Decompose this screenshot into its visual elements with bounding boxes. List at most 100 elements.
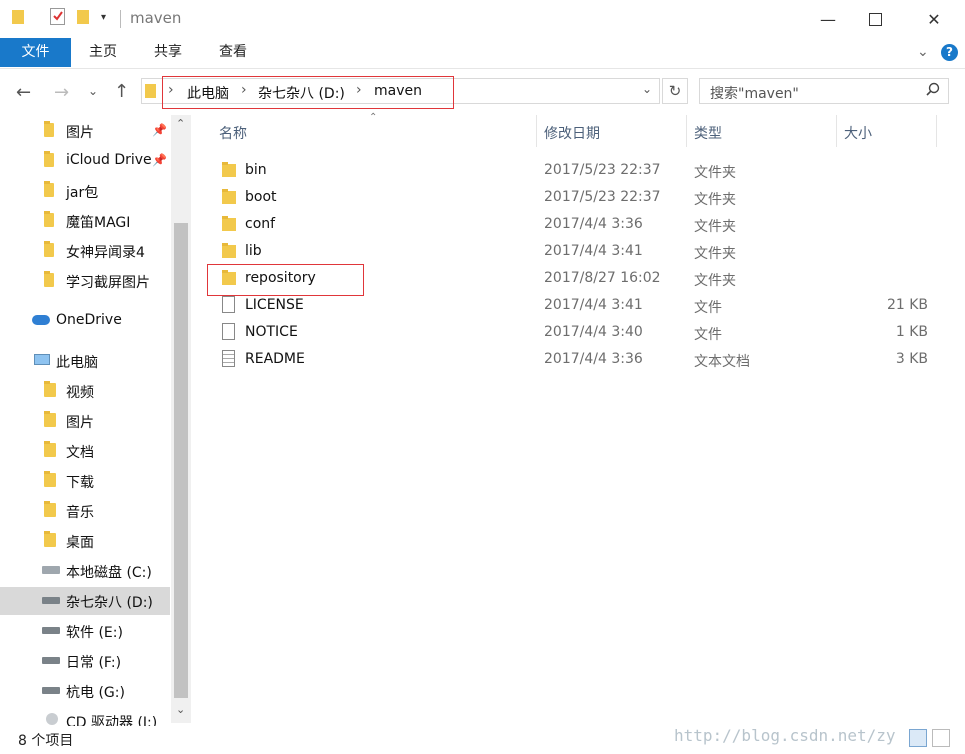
back-button[interactable]: ← [16,82,31,103]
item-count: 8 个项目 [18,733,74,749]
maximize-button[interactable] [852,0,898,38]
nav-item-label: OneDrive [56,312,122,328]
scroll-down-icon[interactable]: ⌄ [176,703,185,716]
text-file-icon [222,350,235,367]
search-input[interactable]: 搜索"maven" [699,78,949,104]
file-type: 文件夹 [694,246,736,262]
details-view-button[interactable] [909,729,927,747]
folder-icon [222,243,236,258]
ribbon-expand-icon[interactable]: ⌄ [917,44,929,60]
column-header-type[interactable]: 类型 [694,123,722,143]
folder-icon [44,181,54,197]
nav-item-persona4[interactable]: 女神异闻录4 [0,237,170,265]
folder-icon [44,241,54,257]
file-row-license[interactable]: LICENSE 2017/4/4 3:41 文件 21 KB [210,292,950,319]
file-date: 2017/4/4 3:36 [544,216,643,232]
scrollbar-thumb[interactable] [174,223,188,698]
file-type: 文件 [694,327,722,343]
file-date: 2017/4/4 3:41 [544,297,643,313]
nav-item-drive-g[interactable]: 杭电 (G:) [0,677,170,705]
file-date: 2017/4/4 3:41 [544,243,643,259]
file-date: 2017/8/27 16:02 [544,270,661,286]
nav-item-pictures[interactable]: 图片 📌 [0,117,170,145]
video-folder-icon [44,381,56,397]
file-type: 文件夹 [694,165,736,181]
nav-item-drive-e[interactable]: 软件 (E:) [0,617,170,645]
file-row-bin[interactable]: bin 2017/5/23 22:37 文件夹 [210,157,950,184]
nav-item-cd-drive[interactable]: CD 驱动器 (I:) [0,707,170,726]
nav-item-onedrive[interactable]: OneDrive [0,307,170,335]
recent-locations-button[interactable]: ⌄ [88,84,98,98]
customize-toolbar-icon[interactable]: ▾ [101,12,106,23]
nav-item-label: 视频 [66,385,94,401]
window-title: maven [130,9,182,27]
column-header-size[interactable]: 大小 [844,123,872,143]
nav-item-magi[interactable]: 魔笛MAGI [0,207,170,235]
tab-file[interactable]: 文件 [0,38,71,67]
folder-icon [145,84,156,98]
nav-item-pc-pictures[interactable]: 图片 [0,407,170,435]
file-row-boot[interactable]: boot 2017/5/23 22:37 文件夹 [210,184,950,211]
nav-item-drive-c[interactable]: 本地磁盘 (C:) [0,557,170,585]
nav-item-music[interactable]: 音乐 [0,497,170,525]
column-divider[interactable] [686,115,687,147]
minimize-button[interactable]: — [805,0,851,38]
close-button[interactable]: ✕ [911,0,957,38]
tab-view[interactable]: 查看 [208,38,258,67]
breadcrumb-highlight [162,76,454,109]
file-row-lib[interactable]: lib 2017/4/4 3:41 文件夹 [210,238,950,265]
file-date: 2017/5/23 22:37 [544,189,661,205]
file-row-notice[interactable]: NOTICE 2017/4/4 3:40 文件 1 KB [210,319,950,346]
tab-home[interactable]: 主页 [78,38,128,67]
nav-item-downloads[interactable]: 下载 [0,467,170,495]
nav-item-videos[interactable]: 视频 [0,377,170,405]
nav-item-label: 桌面 [66,535,94,551]
nav-item-jar[interactable]: jar包 [0,177,170,205]
file-name: conf [245,216,276,232]
nav-item-label: 图片 [66,125,94,141]
music-folder-icon [44,501,56,517]
pin-icon: 📌 [152,123,167,137]
forward-button[interactable]: → [54,82,69,103]
file-name: lib [245,243,262,259]
address-history-dropdown[interactable]: ⌄ [642,82,652,96]
downloads-folder-icon [44,471,56,487]
column-divider[interactable] [936,115,937,147]
help-icon[interactable]: ? [941,44,958,61]
refresh-button[interactable]: ↻ [662,78,688,104]
file-type: 文件夹 [694,192,736,208]
properties-icon[interactable] [50,8,65,25]
file-row-conf[interactable]: conf 2017/4/4 3:36 文件夹 [210,211,950,238]
nav-item-drive-d[interactable]: 杂七杂八 (D:) [0,587,170,615]
large-icons-view-button[interactable] [932,729,950,747]
nav-item-documents[interactable]: 文档 [0,437,170,465]
column-divider[interactable] [536,115,537,147]
column-header-name[interactable]: 名称 [219,123,247,143]
up-button[interactable]: ↑ [114,81,129,102]
search-icon [926,82,940,100]
column-divider[interactable] [836,115,837,147]
nav-item-icloud-drive[interactable]: iCloud Drive 📌 [0,147,170,175]
new-folder-icon[interactable] [77,10,89,24]
documents-folder-icon [44,441,56,457]
nav-scrollbar[interactable]: ⌃ ⌄ [171,115,191,723]
nav-item-drive-f[interactable]: 日常 (F:) [0,647,170,675]
file-name: LICENSE [245,297,304,313]
pictures-folder-icon [44,411,56,427]
nav-item-desktop[interactable]: 桌面 [0,527,170,555]
cloud-icon [32,315,50,325]
nav-item-study-screenshots[interactable]: 学习截屏图片 [0,267,170,295]
file-date: 2017/4/4 3:40 [544,324,643,340]
nav-item-label: 音乐 [66,505,94,521]
file-size: 21 KB [886,297,928,313]
file-name: README [245,351,305,367]
tab-share[interactable]: 共享 [143,38,193,67]
file-row-readme[interactable]: README 2017/4/4 3:36 文本文档 3 KB [210,346,950,373]
column-header-date[interactable]: 修改日期 [544,123,600,143]
nav-item-this-pc[interactable]: 此电脑 [0,347,170,375]
file-type: 文件夹 [694,219,736,235]
folder-icon [44,271,54,287]
scroll-up-icon[interactable]: ⌃ [176,117,185,130]
file-size: 1 KB [895,324,928,340]
title-bar: ▾ maven — ✕ [0,0,965,38]
